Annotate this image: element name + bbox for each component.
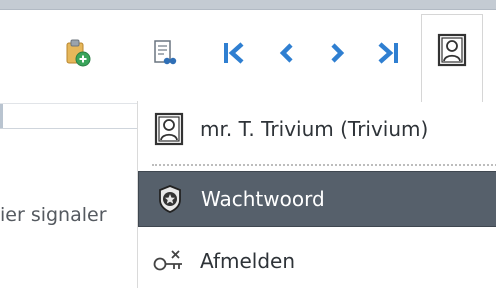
chevron-left-icon — [276, 41, 296, 65]
row-edge — [0, 104, 3, 128]
menu-item-password-label: Wachtwoord — [201, 187, 325, 211]
user-portrait-icon — [138, 112, 200, 146]
menu-item-user[interactable]: mr. T. Trivium (Trivium) — [138, 101, 496, 157]
menu-item-password[interactable]: Wachtwoord — [138, 171, 496, 227]
next-button[interactable] — [318, 31, 358, 75]
app-window: ier signaler mr. T. Trivium (Trivium) Wa… — [0, 0, 496, 288]
user-portrait-icon — [437, 33, 467, 71]
profile-dropdown-menu: mr. T. Trivium (Trivium) Wachtwoord Afme… — [137, 101, 496, 288]
key-icon — [138, 248, 200, 274]
menu-separator — [152, 164, 496, 166]
clipboard-add-button[interactable] — [58, 31, 98, 75]
last-page-button[interactable] — [368, 31, 408, 75]
document-view-icon — [152, 38, 178, 68]
first-page-icon — [221, 41, 247, 65]
clipboard-add-icon — [65, 38, 91, 68]
content-row — [0, 103, 138, 129]
content-text: ier signaler — [0, 204, 107, 226]
previous-button[interactable] — [266, 31, 306, 75]
menu-item-user-label: mr. T. Trivium (Trivium) — [200, 117, 429, 141]
first-page-button[interactable] — [214, 31, 254, 75]
profile-menu-button[interactable] — [421, 14, 483, 102]
menu-item-logout[interactable]: Afmelden — [138, 234, 496, 288]
menu-item-logout-label: Afmelden — [200, 249, 296, 273]
top-accent-line — [0, 0, 496, 10]
badge-icon — [139, 184, 201, 214]
chevron-right-icon — [328, 41, 348, 65]
document-view-button[interactable] — [145, 31, 185, 75]
last-page-icon — [375, 41, 401, 65]
